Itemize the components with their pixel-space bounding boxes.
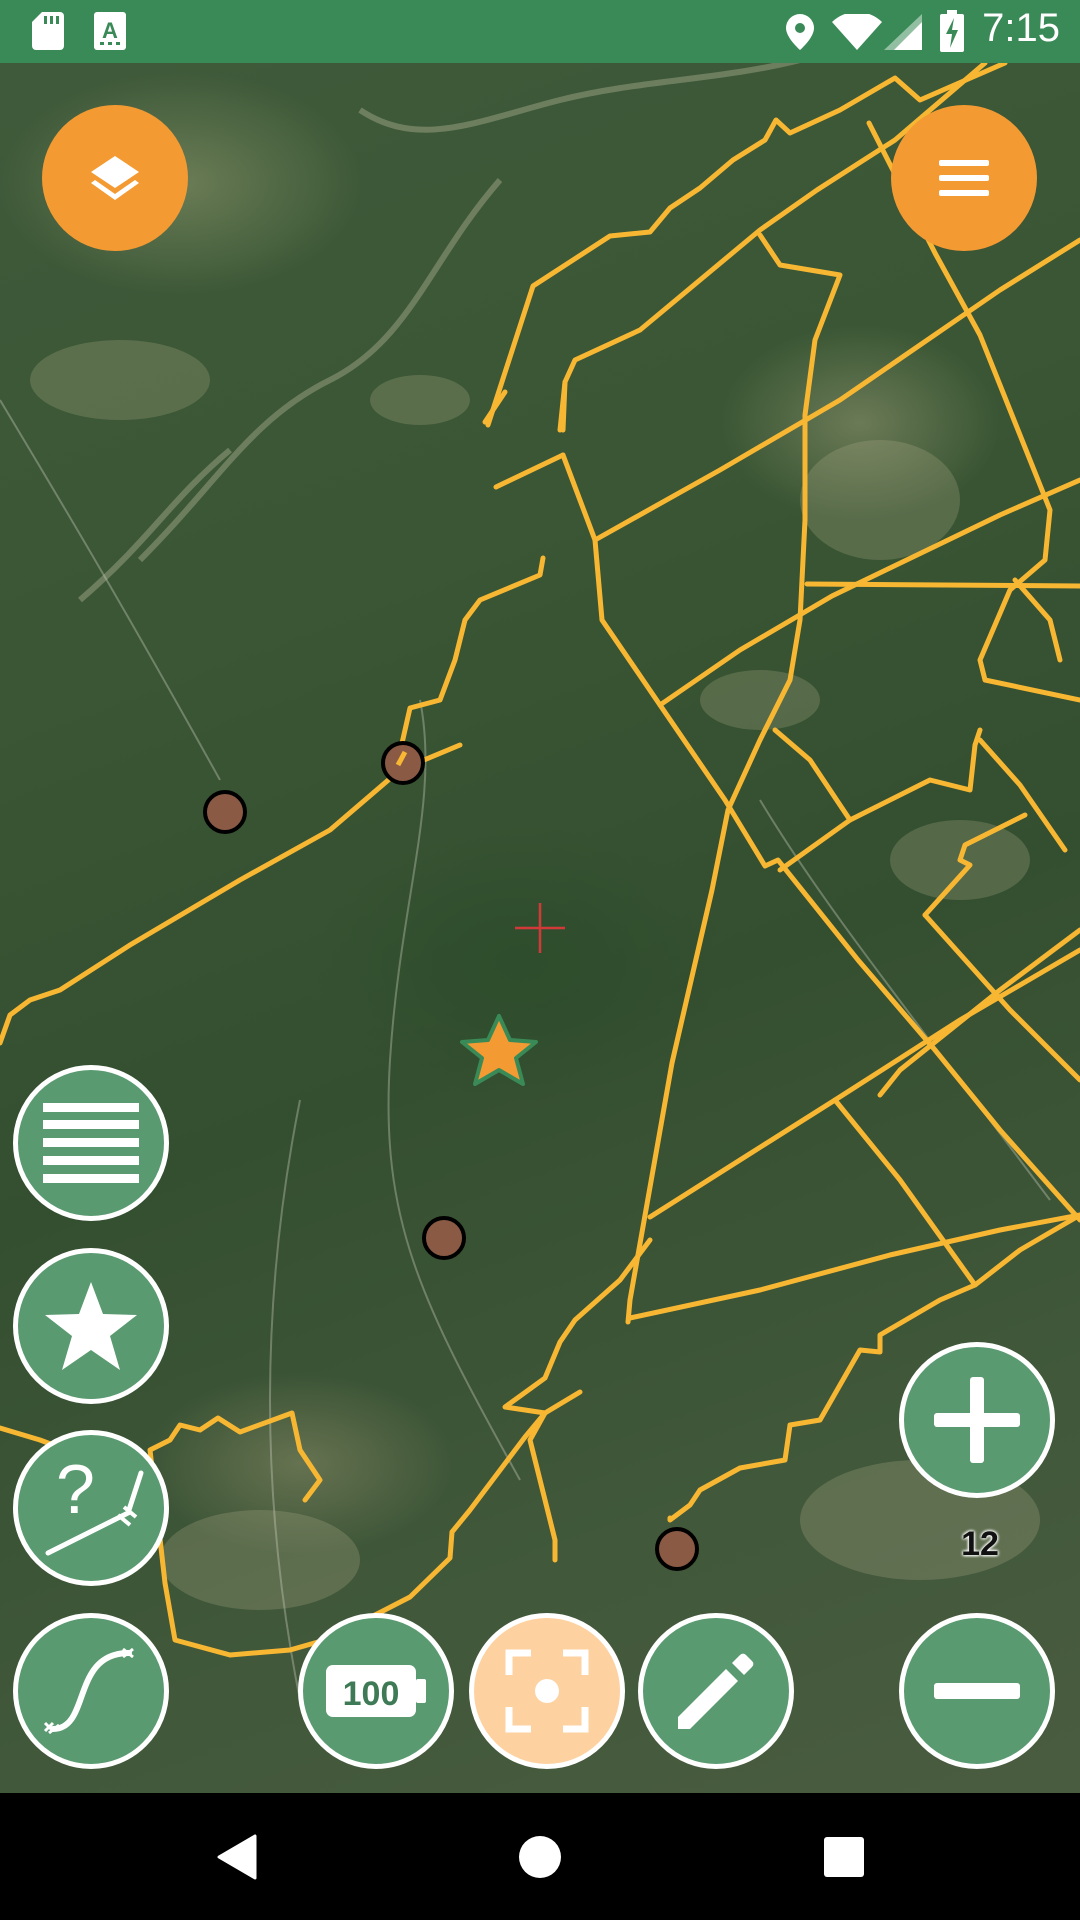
poi-markers [203, 741, 699, 1571]
poi-marker [203, 790, 247, 834]
status-bar: A 7:15 [0, 0, 1080, 63]
recents-button[interactable] [774, 1793, 914, 1920]
zoom-level-label: 12 [961, 1525, 999, 1563]
text-a-icon: A [94, 12, 126, 50]
home-button[interactable] [470, 1793, 610, 1920]
center-location-button[interactable] [469, 1613, 625, 1769]
favorites-button[interactable] [13, 1248, 169, 1404]
battery-icon: 100 [326, 1665, 426, 1717]
list-button[interactable] [13, 1065, 169, 1221]
crosshair-icon [515, 903, 565, 953]
edit-button[interactable] [638, 1613, 794, 1769]
minus-icon [934, 1683, 1020, 1699]
pencil-icon [678, 1653, 754, 1729]
back-triangle-icon [217, 1834, 257, 1879]
svg-text:A: A [102, 18, 118, 43]
plus-icon [934, 1377, 1020, 1463]
sd-card-icon [32, 12, 64, 50]
battery-button[interactable]: 100 [298, 1613, 454, 1769]
layers-button[interactable] [42, 105, 188, 251]
svg-text:?: ? [56, 1453, 95, 1528]
poi-marker [381, 741, 425, 785]
layers-icon [91, 156, 139, 200]
navigation-bar [0, 1793, 1080, 1920]
battery-level: 100 [343, 1675, 400, 1713]
poi-marker [422, 1216, 466, 1260]
track-curve-icon [43, 1647, 134, 1735]
menu-button[interactable] [891, 105, 1037, 251]
back-button[interactable] [167, 1793, 307, 1920]
wifi-icon [832, 14, 882, 50]
center-focus-icon [505, 1649, 589, 1733]
status-time: 7:15 [982, 6, 1060, 50]
battery-charging-icon [940, 10, 964, 52]
home-circle-icon [519, 1835, 561, 1878]
track-button[interactable] [13, 1613, 169, 1769]
recents-square-icon [824, 1836, 864, 1877]
poi-marker [655, 1527, 699, 1571]
hamburger-menu-icon [939, 160, 989, 196]
zoom-out-button[interactable] [899, 1613, 1055, 1769]
signal-icon [884, 14, 922, 50]
zoom-in-button[interactable] [899, 1342, 1055, 1498]
measure-question-icon: ? [45, 1453, 144, 1556]
location-pin-icon [786, 14, 814, 50]
favorite-star-marker [460, 1014, 538, 1086]
list-icon [43, 1103, 139, 1183]
measure-button[interactable]: ? [13, 1430, 169, 1586]
star-icon [45, 1282, 137, 1370]
